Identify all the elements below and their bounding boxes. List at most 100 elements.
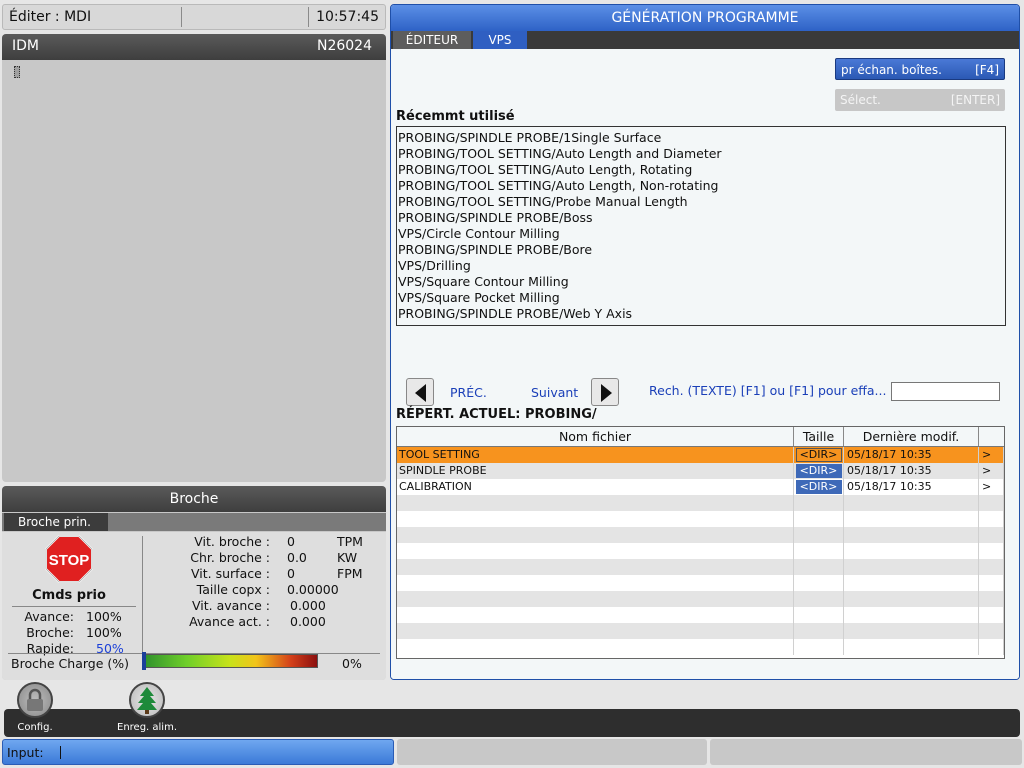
recent-item[interactable]: PROBING/SPINDLE PROBE/Bore bbox=[398, 242, 1005, 258]
open-arrow-icon[interactable]: > bbox=[979, 463, 1004, 479]
stat-unit: FPM bbox=[337, 566, 363, 581]
energy-save-label: Enreg. alim. bbox=[117, 722, 178, 733]
mdi-editor-title: IDM bbox=[12, 38, 39, 54]
override-feed-label: Avance: bbox=[24, 609, 74, 624]
column-header-name[interactable]: Nom fichier bbox=[397, 427, 794, 446]
open-arrow-icon[interactable]: > bbox=[979, 447, 1004, 463]
recent-item[interactable]: PROBING/SPINDLE PROBE/Web Y Axis bbox=[398, 306, 1005, 322]
empty-row bbox=[397, 639, 1004, 655]
stat-label: Vit. surface : bbox=[191, 566, 270, 581]
input-field[interactable]: Input: bbox=[2, 739, 394, 765]
spindle-load-bar bbox=[142, 654, 318, 668]
spindle-load-indicator bbox=[142, 652, 146, 670]
mdi-editor-panel[interactable]: IDM N26024 bbox=[2, 34, 386, 482]
mode-label: Éditer : MDI bbox=[9, 9, 92, 25]
stat-value: 0.00000 bbox=[287, 582, 339, 597]
divider bbox=[12, 606, 136, 607]
recent-item[interactable]: PROBING/TOOL SETTING/Auto Length, Rotati… bbox=[398, 162, 1005, 178]
empty-row bbox=[397, 495, 1004, 511]
clock: 10:57:45 bbox=[316, 9, 379, 25]
program-generation-title: GÉNÉRATION PROGRAMME bbox=[391, 5, 1019, 31]
file-name: TOOL SETTING bbox=[397, 447, 794, 463]
stat-label: Chr. broche : bbox=[190, 550, 270, 565]
mdi-editor-header: IDM N26024 bbox=[2, 34, 386, 60]
table-row[interactable]: SPINDLE PROBE <DIR> 05/18/17 10:35 > bbox=[397, 463, 1004, 479]
tab-editor[interactable]: ÉDITEUR bbox=[393, 31, 471, 49]
recent-item[interactable]: PROBING/SPINDLE PROBE/1Single Surface bbox=[398, 130, 1005, 146]
box-probing-button-label: pr échan. boîtes. bbox=[841, 63, 942, 77]
program-generation-panel: GÉNÉRATION PROGRAMME ÉDITEUR VPS pr écha… bbox=[390, 4, 1020, 680]
select-button-label: Sélect. bbox=[840, 93, 881, 107]
svg-text:STOP: STOP bbox=[49, 552, 90, 569]
table-row-selected[interactable]: TOOL SETTING <DIR> 05/18/17 10:35 > bbox=[397, 447, 1004, 463]
previous-button[interactable] bbox=[406, 378, 434, 406]
energy-save-button[interactable]: Enreg. alim. bbox=[117, 682, 177, 733]
recent-item[interactable]: PROBING/SPINDLE PROBE/Boss bbox=[398, 210, 1005, 226]
file-modified: 05/18/17 10:35 bbox=[844, 479, 979, 495]
stat-label: Taille copx : bbox=[196, 582, 270, 597]
column-header-modified[interactable]: Dernière modif. bbox=[844, 427, 979, 446]
spindle-tab-row: Broche prin. bbox=[2, 513, 386, 531]
stat-value: 0 bbox=[287, 534, 295, 549]
recent-item[interactable]: VPS/Drilling bbox=[398, 258, 1005, 274]
select-button[interactable]: Sélect. [ENTER] bbox=[835, 89, 1005, 111]
stat-value: 0.000 bbox=[290, 598, 326, 613]
table-row[interactable]: CALIBRATION <DIR> 05/18/17 10:35 > bbox=[397, 479, 1004, 495]
empty-row bbox=[397, 623, 1004, 639]
stat-unit: TPM bbox=[337, 534, 363, 549]
tab-vps[interactable]: VPS bbox=[473, 31, 527, 49]
search-input[interactable] bbox=[891, 382, 1000, 401]
file-size-cell: <DIR> bbox=[794, 479, 844, 495]
override-feed-value: 100% bbox=[86, 609, 122, 624]
line-number: N26024 bbox=[316, 38, 372, 54]
stat-label: Avance act. : bbox=[189, 614, 270, 629]
stat-value: 0 bbox=[287, 566, 295, 581]
empty-row bbox=[397, 543, 1004, 559]
lock-icon bbox=[17, 682, 53, 718]
program-tabs: ÉDITEUR VPS bbox=[391, 31, 1019, 49]
mode-bar: Éditer : MDI 10:57:45 bbox=[2, 4, 386, 30]
status-area bbox=[710, 739, 1022, 765]
override-spindle-label: Broche: bbox=[26, 625, 74, 640]
next-button[interactable] bbox=[591, 378, 619, 406]
editor-cursor[interactable] bbox=[14, 66, 20, 78]
column-header-extra bbox=[979, 427, 1004, 446]
file-name: CALIBRATION bbox=[397, 479, 794, 495]
empty-row bbox=[397, 511, 1004, 527]
recent-item[interactable]: PROBING/TOOL SETTING/Auto Length and Dia… bbox=[398, 146, 1005, 162]
next-label[interactable]: Suivant bbox=[531, 385, 578, 400]
spindle-body: STOP Cmds prio Avance: 100% Broche: 100%… bbox=[2, 532, 386, 680]
column-header-size[interactable]: Taille bbox=[794, 427, 844, 446]
previous-label[interactable]: PRÉC. bbox=[450, 385, 487, 400]
box-probing-button[interactable]: pr échan. boîtes. [F4] bbox=[835, 58, 1005, 80]
search-label: Rech. (TEXTE) [F1] ou [F1] pour effa... bbox=[649, 383, 887, 398]
arrow-right-icon bbox=[601, 384, 612, 402]
spindle-panel: Broche Broche prin. STOP Cmds prio Avanc… bbox=[2, 486, 386, 680]
select-button-key: [ENTER] bbox=[950, 93, 1000, 107]
stat-value: 0.0 bbox=[287, 550, 307, 565]
recent-item[interactable]: PROBING/TOOL SETTING/Auto Length, Non-ro… bbox=[398, 178, 1005, 194]
stat-unit: KW bbox=[337, 550, 358, 565]
text-caret bbox=[60, 746, 61, 759]
recent-title: Récemmt utilisé bbox=[396, 109, 515, 124]
input-label: Input: bbox=[7, 745, 44, 760]
empty-row bbox=[397, 607, 1004, 623]
recent-item[interactable]: PROBING/TOOL SETTING/Probe Manual Length bbox=[398, 194, 1005, 210]
dir-badge: <DIR> bbox=[795, 464, 842, 478]
box-probing-button-key: [F4] bbox=[975, 63, 999, 77]
divider bbox=[142, 536, 143, 652]
recent-item[interactable]: VPS/Circle Contour Milling bbox=[398, 226, 1005, 242]
divider bbox=[308, 7, 309, 27]
file-size-cell: <DIR> bbox=[794, 447, 844, 463]
arrow-left-icon bbox=[415, 384, 426, 402]
stat-value: 0.000 bbox=[290, 614, 326, 629]
tab-main-spindle[interactable]: Broche prin. bbox=[4, 513, 108, 531]
dir-badge: <DIR> bbox=[795, 448, 842, 462]
stat-label: Vit. broche : bbox=[194, 534, 270, 549]
spindle-load-value: 0% bbox=[342, 656, 362, 671]
config-button[interactable]: Config. bbox=[5, 682, 65, 733]
file-table-header: Nom fichier Taille Dernière modif. bbox=[397, 427, 1004, 447]
recent-item[interactable]: VPS/Square Pocket Milling bbox=[398, 290, 1005, 306]
open-arrow-icon[interactable]: > bbox=[979, 479, 1004, 495]
recent-item[interactable]: VPS/Square Contour Milling bbox=[398, 274, 1005, 290]
